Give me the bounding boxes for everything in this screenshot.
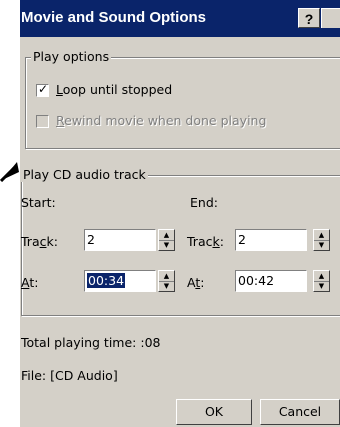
loop-label[interactable]: Loop until stopped (56, 82, 172, 97)
end-track-label: Track: (187, 234, 224, 249)
rewind-label: Rewind movie when done playing (56, 113, 267, 128)
triangle-up-icon[interactable]: ▲ (159, 271, 174, 281)
title-bar: Movie and Sound Options ? (20, 0, 340, 37)
end-at-spinner[interactable]: ▲ ▼ (313, 270, 330, 292)
checkmark-icon: ✓ (38, 82, 49, 96)
end-at-input[interactable]: 00:42 (235, 270, 307, 292)
ok-button[interactable]: OK (176, 399, 252, 425)
help-icon: ? (304, 11, 314, 27)
triangle-down-icon[interactable]: ▼ (159, 240, 174, 250)
cancel-button[interactable]: Cancel (260, 399, 340, 425)
triangle-up-icon[interactable]: ▲ (314, 230, 329, 240)
close-button[interactable] (321, 8, 340, 28)
end-label: End: (190, 195, 218, 210)
triangle-down-icon[interactable]: ▼ (314, 281, 329, 291)
start-track-input[interactable]: 2 (84, 229, 156, 251)
start-track-label: Track: (21, 234, 58, 249)
start-track-spinner[interactable]: ▲ ▼ (158, 229, 175, 251)
arrow-pointer-icon (0, 162, 19, 182)
dialog-title: Movie and Sound Options (21, 9, 206, 26)
file-info: File: [CD Audio] (21, 368, 118, 383)
help-button[interactable]: ? (298, 8, 320, 28)
start-at-input[interactable]: 00:34 (84, 270, 156, 292)
play-options-legend: Play options (31, 49, 112, 64)
end-at-label: At: (187, 275, 205, 290)
start-at-label: At: (21, 275, 39, 290)
triangle-down-icon[interactable]: ▼ (159, 281, 174, 291)
triangle-down-icon[interactable]: ▼ (314, 240, 329, 250)
start-at-spinner[interactable]: ▲ ▼ (158, 270, 175, 292)
movie-sound-options-dialog: Movie and Sound Options ? Play options ✓… (20, 0, 340, 427)
cd-audio-legend: Play CD audio track (21, 167, 148, 182)
end-track-input[interactable]: 2 (235, 229, 307, 251)
triangle-up-icon[interactable]: ▲ (159, 230, 174, 240)
play-options-group (25, 57, 340, 149)
triangle-up-icon[interactable]: ▲ (314, 271, 329, 281)
start-label: Start: (21, 195, 56, 210)
total-playing-time: Total playing time: :08 (21, 335, 161, 350)
rewind-checkbox (36, 115, 49, 128)
end-track-spinner[interactable]: ▲ ▼ (313, 229, 330, 251)
loop-checkbox[interactable]: ✓ (36, 82, 49, 97)
